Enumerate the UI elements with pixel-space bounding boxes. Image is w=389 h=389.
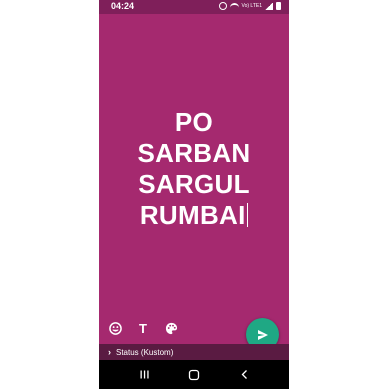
recent-apps-icon [140,370,149,379]
color-palette-button[interactable] [163,320,179,336]
emoji-icon [108,321,122,335]
text-status-canvas[interactable]: PO SARBAN SARGUL RUMBAI T [99,14,289,351]
audience-label: Status (Kustom) [116,347,174,357]
status-text-input[interactable]: PO SARBAN SARGUL RUMBAI [99,107,289,231]
palette-icon [165,322,177,334]
status-text-line: PO [174,107,214,137]
chevron-right-icon: › [108,347,111,357]
status-icons: Vo) LTE1 [218,2,281,10]
status-text-line: SARGUL [138,169,250,199]
back-button[interactable] [237,368,251,382]
status-text-line: SARBAN [137,138,251,168]
status-time: 04:24 [111,1,135,11]
volte-icon: Vo) LTE1 [241,2,262,9]
emoji-button[interactable] [107,320,123,336]
recent-apps-button[interactable] [137,368,151,382]
home-button[interactable] [187,368,201,382]
send-icon [257,329,268,340]
back-icon [241,370,247,379]
status-bar: 04:24 Vo) LTE1 [99,0,289,14]
status-audience-bar[interactable]: › Status (Kustom) [99,344,289,360]
alarm-icon [218,2,227,10]
text-cursor [246,203,249,227]
status-text-line: RUMBAI [139,200,246,230]
text-font-button[interactable]: T [135,320,151,336]
phone-screen: 04:24 Vo) LTE1 PO SARBAN SARGUL RUMBAI T [99,0,289,389]
signal-icon [265,2,273,10]
status-text-line-last: RUMBAI [99,200,289,231]
battery-icon [276,2,281,10]
home-icon [188,369,200,380]
system-navigation-bar [99,360,289,389]
wifi-icon [229,2,239,10]
text-font-icon: T [139,320,147,336]
